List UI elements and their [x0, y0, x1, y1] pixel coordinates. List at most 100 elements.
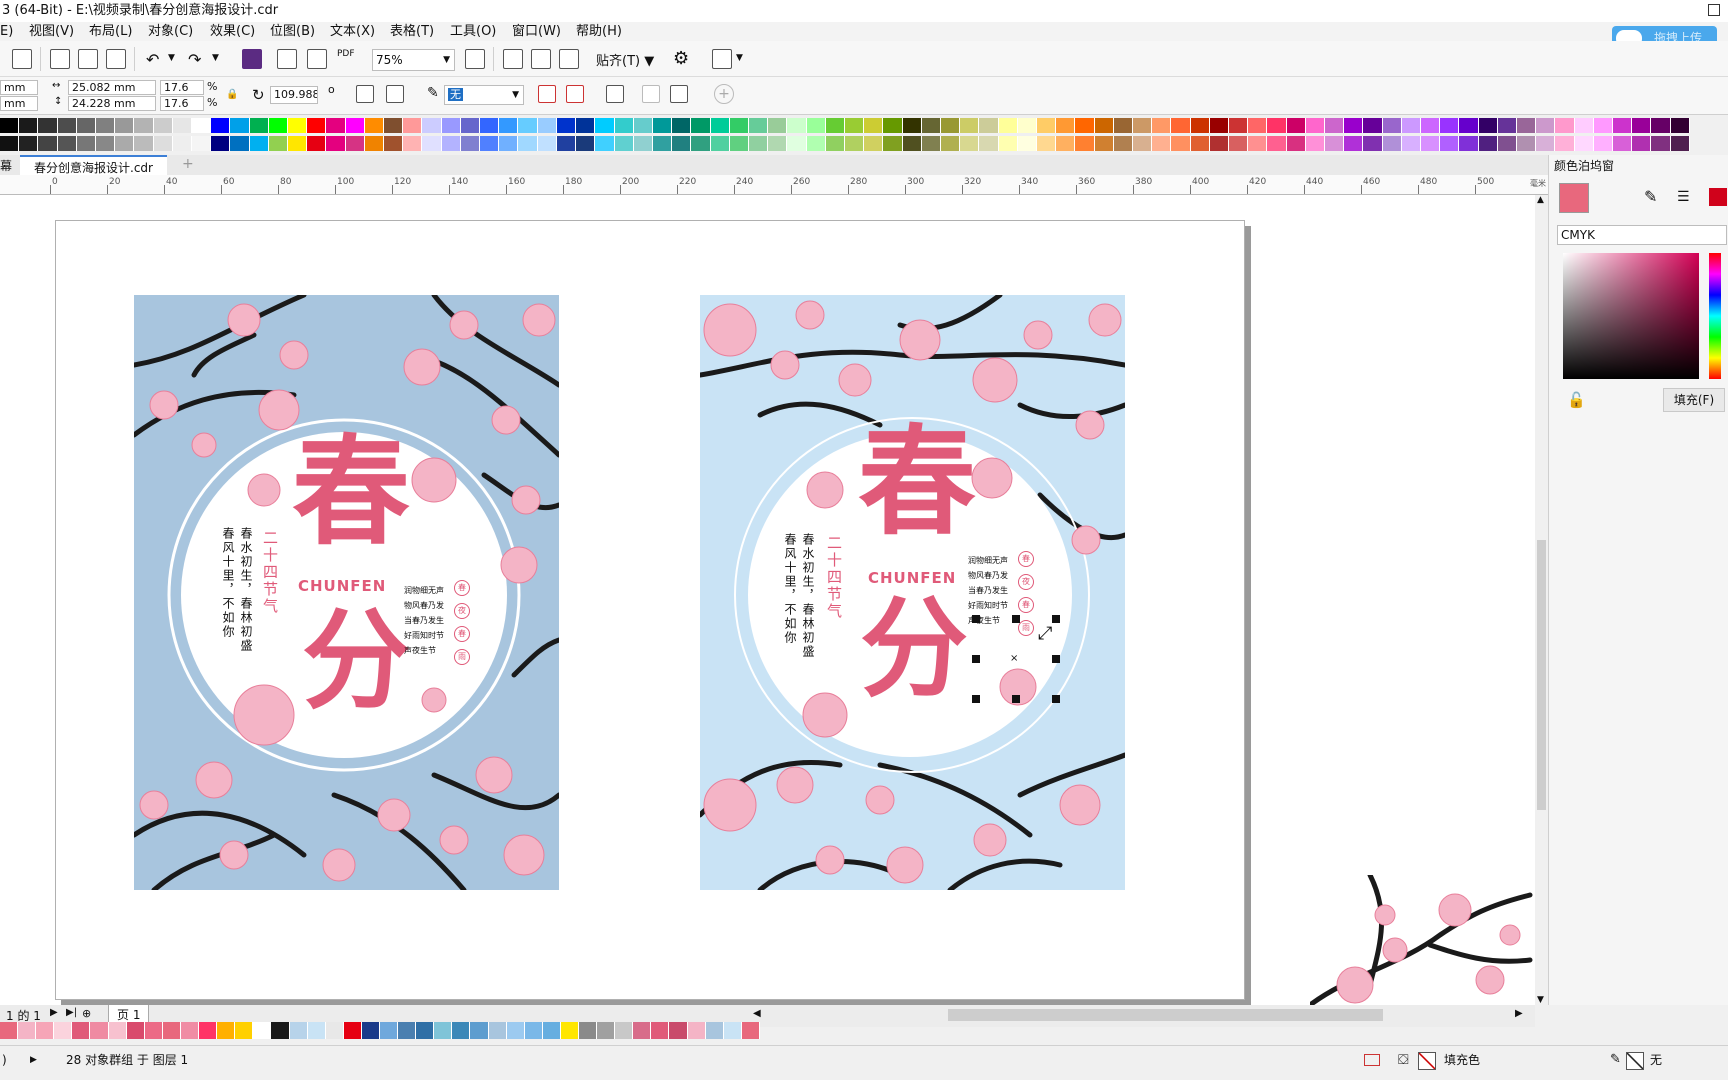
palette-swatch[interactable] — [126, 1022, 145, 1039]
palette-swatch[interactable] — [1017, 136, 1037, 151]
selection-handle[interactable] — [972, 615, 980, 623]
palette-swatch[interactable] — [710, 136, 730, 151]
palette-swatch[interactable] — [960, 136, 980, 151]
palette-swatch[interactable] — [729, 136, 749, 151]
pdf-icon[interactable]: PDF — [337, 49, 355, 59]
palette-swatch[interactable] — [96, 118, 116, 133]
export-icon[interactable] — [307, 49, 327, 69]
palette-swatch[interactable] — [1325, 136, 1345, 151]
palette-swatch[interactable] — [1286, 136, 1306, 151]
palette-swatch[interactable] — [1229, 136, 1249, 151]
palette-swatch[interactable] — [787, 118, 807, 133]
palette-swatch[interactable] — [153, 136, 173, 151]
palette-swatch[interactable] — [1325, 118, 1345, 133]
hue-slider[interactable] — [1709, 253, 1721, 379]
palette-swatch[interactable] — [268, 136, 289, 151]
palette-swatch[interactable] — [669, 1022, 688, 1039]
palette-swatch[interactable] — [0, 1022, 19, 1039]
palette-swatch[interactable] — [1075, 118, 1095, 133]
palette-swatch[interactable] — [460, 136, 481, 151]
palette-swatch[interactable] — [806, 136, 826, 151]
break-apart-icon[interactable] — [538, 85, 556, 103]
palette-swatch[interactable] — [844, 136, 865, 151]
undo-dropdown-icon[interactable]: ▼ — [168, 53, 175, 63]
cut-icon[interactable] — [50, 49, 70, 69]
palette-swatch[interactable] — [192, 136, 212, 151]
palette-swatch[interactable] — [1113, 136, 1133, 151]
palette-swatch[interactable] — [652, 136, 673, 151]
align-distribute-icon[interactable] — [606, 85, 624, 103]
last-page-icon[interactable]: ▶| — [66, 1007, 77, 1018]
palette-swatch[interactable] — [651, 1022, 670, 1039]
palette-swatch[interactable] — [614, 136, 634, 151]
palette-swatch[interactable] — [76, 136, 97, 151]
palette-swatch[interactable] — [1305, 136, 1326, 151]
palette-swatch[interactable] — [134, 136, 154, 151]
palette-swatch[interactable] — [1056, 118, 1076, 133]
horizontal-ruler[interactable]: 毫米 0 20 40 60 80 100 120 140 160 180 200 220 240 260 2… — [0, 175, 1548, 195]
palette-swatch[interactable] — [1344, 136, 1364, 151]
palette-swatch[interactable] — [1094, 118, 1114, 133]
add-page-icon[interactable]: ⊕ — [82, 1007, 91, 1020]
palette-swatch[interactable] — [480, 136, 500, 151]
palette-swatch[interactable] — [729, 118, 749, 133]
palette-swatch[interactable] — [1632, 136, 1652, 151]
palette-swatch[interactable] — [345, 118, 365, 133]
palette-swatch[interactable] — [1036, 118, 1057, 133]
palette-swatch[interactable] — [325, 1022, 344, 1039]
palette-swatch[interactable] — [1421, 118, 1441, 133]
palette-swatch[interactable] — [1670, 136, 1690, 151]
palette-swatch[interactable] — [289, 1022, 308, 1039]
palette-swatch[interactable] — [460, 118, 481, 133]
palette-swatch[interactable] — [691, 136, 711, 151]
palette-swatch[interactable] — [18, 1022, 37, 1039]
palette-swatch[interactable] — [979, 136, 999, 151]
palette-swatch[interactable] — [199, 1022, 218, 1039]
palette-swatch[interactable] — [398, 1022, 417, 1039]
palette-swatch[interactable] — [748, 136, 769, 151]
palette-swatch[interactable] — [38, 118, 58, 133]
position-y-field[interactable]: mm — [0, 96, 38, 111]
scroll-right-icon[interactable]: ▶ — [1515, 1008, 1523, 1019]
palette-swatch[interactable] — [416, 1022, 435, 1039]
palette-swatch[interactable] — [883, 118, 903, 133]
scroll-left-icon[interactable]: ◀ — [753, 1008, 761, 1019]
palette-swatch[interactable] — [1517, 118, 1537, 133]
selection-handle[interactable] — [1052, 615, 1060, 623]
palette-swatch[interactable] — [825, 136, 845, 151]
palette-swatch[interactable] — [38, 136, 58, 151]
scale-y-field[interactable]: 17.6 — [160, 96, 204, 111]
add-icon[interactable]: + — [714, 84, 734, 104]
eyedropper-icon[interactable]: ✎ — [1644, 187, 1657, 206]
scroll-down-icon[interactable]: ▼ — [1537, 995, 1544, 1005]
palette-swatch[interactable] — [633, 1022, 652, 1039]
palette-swatch[interactable] — [470, 1022, 489, 1039]
palette-swatch[interactable] — [1113, 118, 1133, 133]
play-icon[interactable]: ▶ — [30, 1046, 37, 1074]
palette-swatch[interactable] — [844, 118, 865, 133]
palette-swatch[interactable] — [1440, 136, 1460, 151]
palette-swatch[interactable] — [1017, 118, 1037, 133]
palette-swatch[interactable] — [633, 118, 653, 133]
palette-swatch[interactable] — [1459, 118, 1479, 133]
palette-swatch[interactable] — [1132, 136, 1153, 151]
palette-swatch[interactable] — [691, 118, 711, 133]
horizontal-scroll-thumb[interactable] — [948, 1009, 1383, 1021]
palette-swatch[interactable] — [1248, 136, 1268, 151]
palette-swatch[interactable] — [379, 1022, 399, 1039]
palette-swatch[interactable] — [1152, 118, 1172, 133]
palette-swatch[interactable] — [54, 1022, 73, 1039]
redo-dropdown-icon[interactable]: ▼ — [212, 53, 219, 63]
palette-swatch[interactable] — [1190, 136, 1210, 151]
add-tab-icon[interactable]: + — [182, 156, 194, 172]
palette-swatch[interactable] — [1209, 118, 1229, 133]
palette-swatch[interactable] — [1132, 118, 1153, 133]
show-guidelines-icon[interactable] — [559, 49, 579, 69]
mirror-horizontal-icon[interactable] — [356, 85, 374, 103]
palette-swatch[interactable] — [1229, 118, 1249, 133]
palette-swatch[interactable] — [1593, 136, 1614, 151]
palette-swatch[interactable] — [108, 1022, 127, 1039]
palette-swatch[interactable] — [249, 136, 269, 151]
scroll-up-icon[interactable]: ▲ — [1537, 195, 1544, 205]
palette-swatch[interactable] — [364, 136, 385, 151]
